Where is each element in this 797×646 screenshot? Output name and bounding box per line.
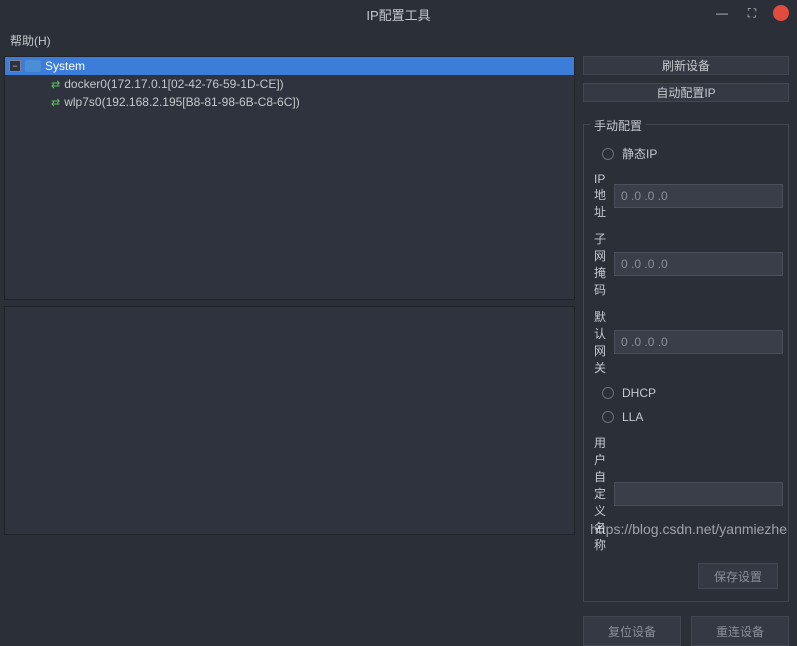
tree-root-system[interactable]: − System xyxy=(5,57,574,75)
menubar: 帮助(H) xyxy=(0,28,797,52)
custom-name-label: 用户自定义名称 xyxy=(594,434,606,553)
left-column: − System ⇄ docker0(172.17.0.1[02-42-76-5… xyxy=(4,56,575,535)
static-ip-label: 静态IP xyxy=(622,145,657,162)
lla-row[interactable]: LLA xyxy=(594,410,778,424)
device-tree[interactable]: − System ⇄ docker0(172.17.0.1[02-42-76-5… xyxy=(4,56,575,300)
save-row: 保存设置 xyxy=(594,563,778,589)
window-controls: — ⛶ xyxy=(713,4,789,22)
host-icon xyxy=(25,60,41,72)
minimize-button[interactable]: — xyxy=(713,4,731,22)
tree-item-docker0[interactable]: ⇄ docker0(172.17.0.1[02-42-76-59-1D-CE]) xyxy=(5,75,574,93)
custom-name-input[interactable] xyxy=(614,482,783,506)
subnet-mask-input[interactable] xyxy=(614,252,783,276)
collapse-icon[interactable]: − xyxy=(9,60,21,72)
ip-address-input[interactable] xyxy=(614,184,783,208)
radio-dhcp[interactable] xyxy=(602,387,614,399)
gateway-row: 默认网关 xyxy=(594,308,778,376)
close-button[interactable] xyxy=(773,5,789,21)
tree-item-wlp7s0[interactable]: ⇄ wlp7s0(192.168.2.195[B8-81-98-6B-C8-6C… xyxy=(5,93,574,111)
manual-config-panel: 手动配置 静态IP IP地址 子网掩码 默认网关 DHCP xyxy=(583,124,789,602)
auto-config-ip-button[interactable]: 自动配置IP xyxy=(583,83,789,102)
titlebar: IP配置工具 — ⛶ xyxy=(0,0,797,28)
gateway-label: 默认网关 xyxy=(594,308,606,376)
dhcp-row[interactable]: DHCP xyxy=(594,386,778,400)
subnet-mask-label: 子网掩码 xyxy=(594,230,606,298)
tree-root-label: System xyxy=(45,59,85,73)
reconnect-device-button[interactable]: 重连设备 xyxy=(691,616,789,646)
window-title: IP配置工具 xyxy=(0,5,797,24)
maximize-button[interactable]: ⛶ xyxy=(743,4,761,22)
custom-name-row: 用户自定义名称 xyxy=(594,434,778,553)
subnet-mask-row: 子网掩码 xyxy=(594,230,778,298)
tree-item-label: docker0(172.17.0.1[02-42-76-59-1D-CE]) xyxy=(64,77,283,91)
radio-static-ip[interactable] xyxy=(602,148,614,160)
gateway-input[interactable] xyxy=(614,330,783,354)
lla-label: LLA xyxy=(622,410,643,424)
manual-config-title: 手动配置 xyxy=(590,117,646,134)
tree-item-label: wlp7s0(192.168.2.195[B8-81-98-6B-C8-6C]) xyxy=(64,95,299,109)
ip-address-row: IP地址 xyxy=(594,172,778,220)
bottom-buttons: 复位设备 重连设备 xyxy=(583,616,789,646)
dhcp-label: DHCP xyxy=(622,386,656,400)
ip-address-label: IP地址 xyxy=(594,172,606,220)
refresh-devices-button[interactable]: 刷新设备 xyxy=(583,56,789,75)
save-settings-button[interactable]: 保存设置 xyxy=(698,563,778,589)
details-panel xyxy=(4,306,575,535)
static-ip-row[interactable]: 静态IP xyxy=(594,145,778,162)
network-adapter-icon: ⇄ xyxy=(51,96,60,109)
radio-lla[interactable] xyxy=(602,411,614,423)
menu-help[interactable]: 帮助(H) xyxy=(10,32,51,49)
content: − System ⇄ docker0(172.17.0.1[02-42-76-5… xyxy=(0,52,797,543)
right-column: 刷新设备 自动配置IP 手动配置 静态IP IP地址 子网掩码 默认网关 xyxy=(583,56,789,535)
network-adapter-icon: ⇄ xyxy=(51,78,60,91)
reset-device-button[interactable]: 复位设备 xyxy=(583,616,681,646)
